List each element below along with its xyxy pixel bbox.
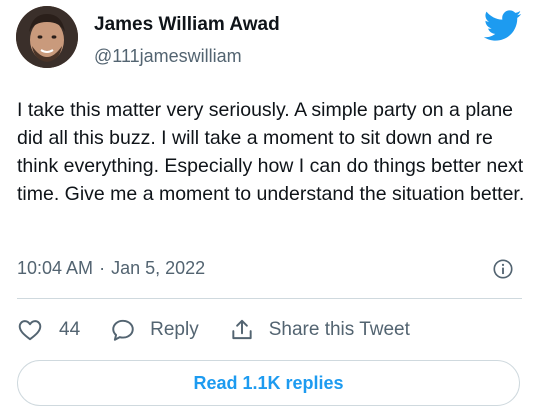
reply-label: Reply	[150, 319, 199, 340]
author-name[interactable]: James William Awad	[94, 14, 280, 36]
tweet-text: I take this matter very seriously. A sim…	[17, 99, 525, 205]
tweet-time: 10:04 AM	[17, 258, 94, 278]
share-label: Share this Tweet	[268, 319, 410, 340]
avatar[interactable]	[16, 6, 78, 68]
info-icon[interactable]	[492, 258, 514, 280]
divider	[17, 298, 522, 299]
read-replies-button[interactable]: Read 1.1K replies	[17, 360, 520, 406]
like-button[interactable]: 44	[17, 317, 80, 343]
reply-icon	[112, 319, 134, 341]
author-handle[interactable]: @111jameswilliam	[94, 46, 242, 67]
reply-button[interactable]: Reply	[110, 317, 199, 343]
tweet-timestamp[interactable]: 10:04 AM · Jan 5, 2022	[17, 258, 205, 279]
like-count: 44	[59, 319, 81, 340]
share-icon	[232, 319, 252, 340]
tweet-date: Jan 5, 2022	[111, 258, 206, 278]
timestamp-separator: ·	[99, 258, 106, 278]
share-button[interactable]: Share this Tweet	[229, 317, 410, 343]
heart-icon	[18, 320, 42, 341]
avatar-image	[16, 6, 78, 68]
tweet-actions: 44 Reply Share this Tweet	[17, 312, 440, 348]
twitter-bird-icon[interactable]	[484, 10, 522, 42]
tweet-card: James William Awad @111jameswilliam I ta…	[0, 0, 544, 411]
